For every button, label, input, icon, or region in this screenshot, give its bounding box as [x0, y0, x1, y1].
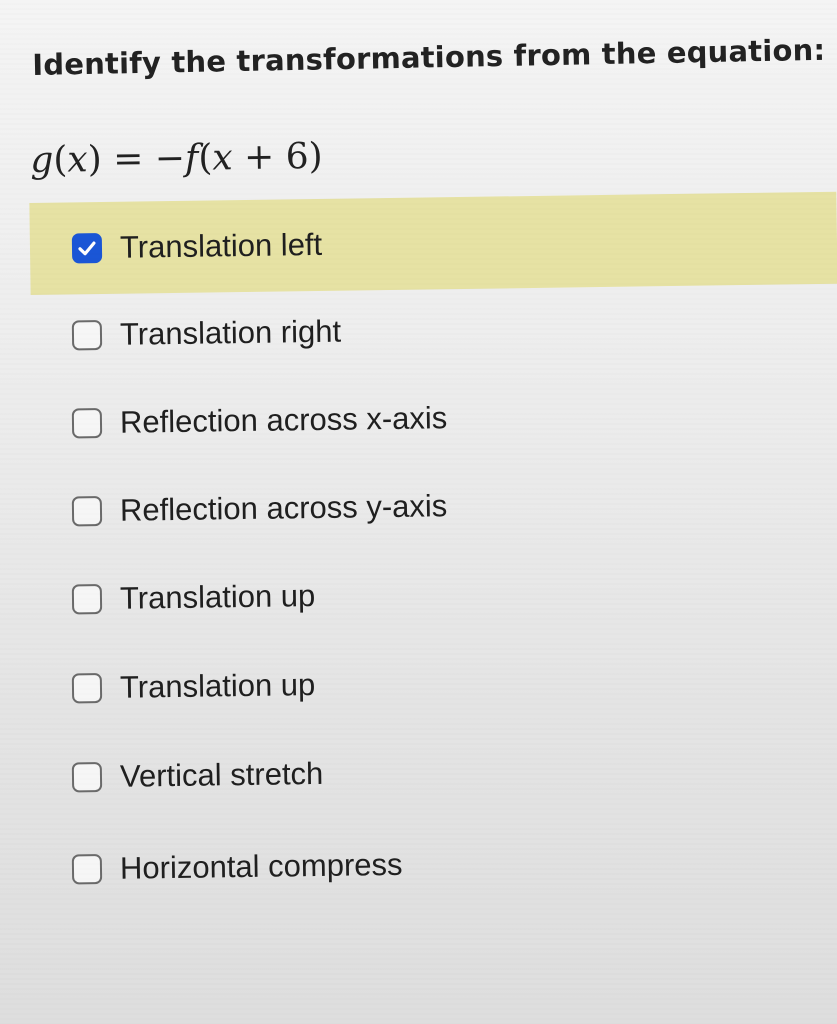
- option-vertical-stretch[interactable]: Vertical stretch: [29, 723, 837, 822]
- checkbox[interactable]: [71, 583, 103, 615]
- option-label: Reflection across y-axis: [119, 488, 448, 528]
- option-label: Translation left: [119, 226, 323, 265]
- option-label: Translation up: [119, 667, 316, 705]
- checkbox[interactable]: [71, 853, 103, 885]
- checkbox[interactable]: [71, 672, 103, 704]
- checkbox[interactable]: [71, 495, 103, 527]
- checkbox[interactable]: [71, 407, 103, 439]
- option-label: Horizontal compress: [119, 846, 403, 886]
- option-label: Translation right: [119, 313, 342, 352]
- option-label: Reflection across x-axis: [119, 400, 448, 440]
- option-translation-left[interactable]: Translation left: [29, 191, 837, 295]
- option-translation-up[interactable]: Translation up: [29, 545, 837, 644]
- option-reflection-x-axis[interactable]: Reflection across x-axis: [29, 369, 837, 468]
- answer-options: Translation left Translation right Refle…: [0, 0, 837, 1024]
- option-translation-up-2[interactable]: Translation up: [29, 634, 837, 733]
- checkbox[interactable]: [71, 761, 103, 793]
- option-label: Vertical stretch: [119, 755, 324, 794]
- option-horizontal-compress[interactable]: Horizontal compress: [29, 815, 837, 914]
- checkbox-checked[interactable]: [71, 232, 103, 264]
- option-translation-right[interactable]: Translation right: [29, 281, 837, 380]
- option-label: Translation up: [119, 578, 316, 616]
- option-reflection-y-axis[interactable]: Reflection across y-axis: [29, 457, 837, 556]
- checkbox[interactable]: [71, 319, 103, 351]
- checkmark-icon: [78, 241, 96, 256]
